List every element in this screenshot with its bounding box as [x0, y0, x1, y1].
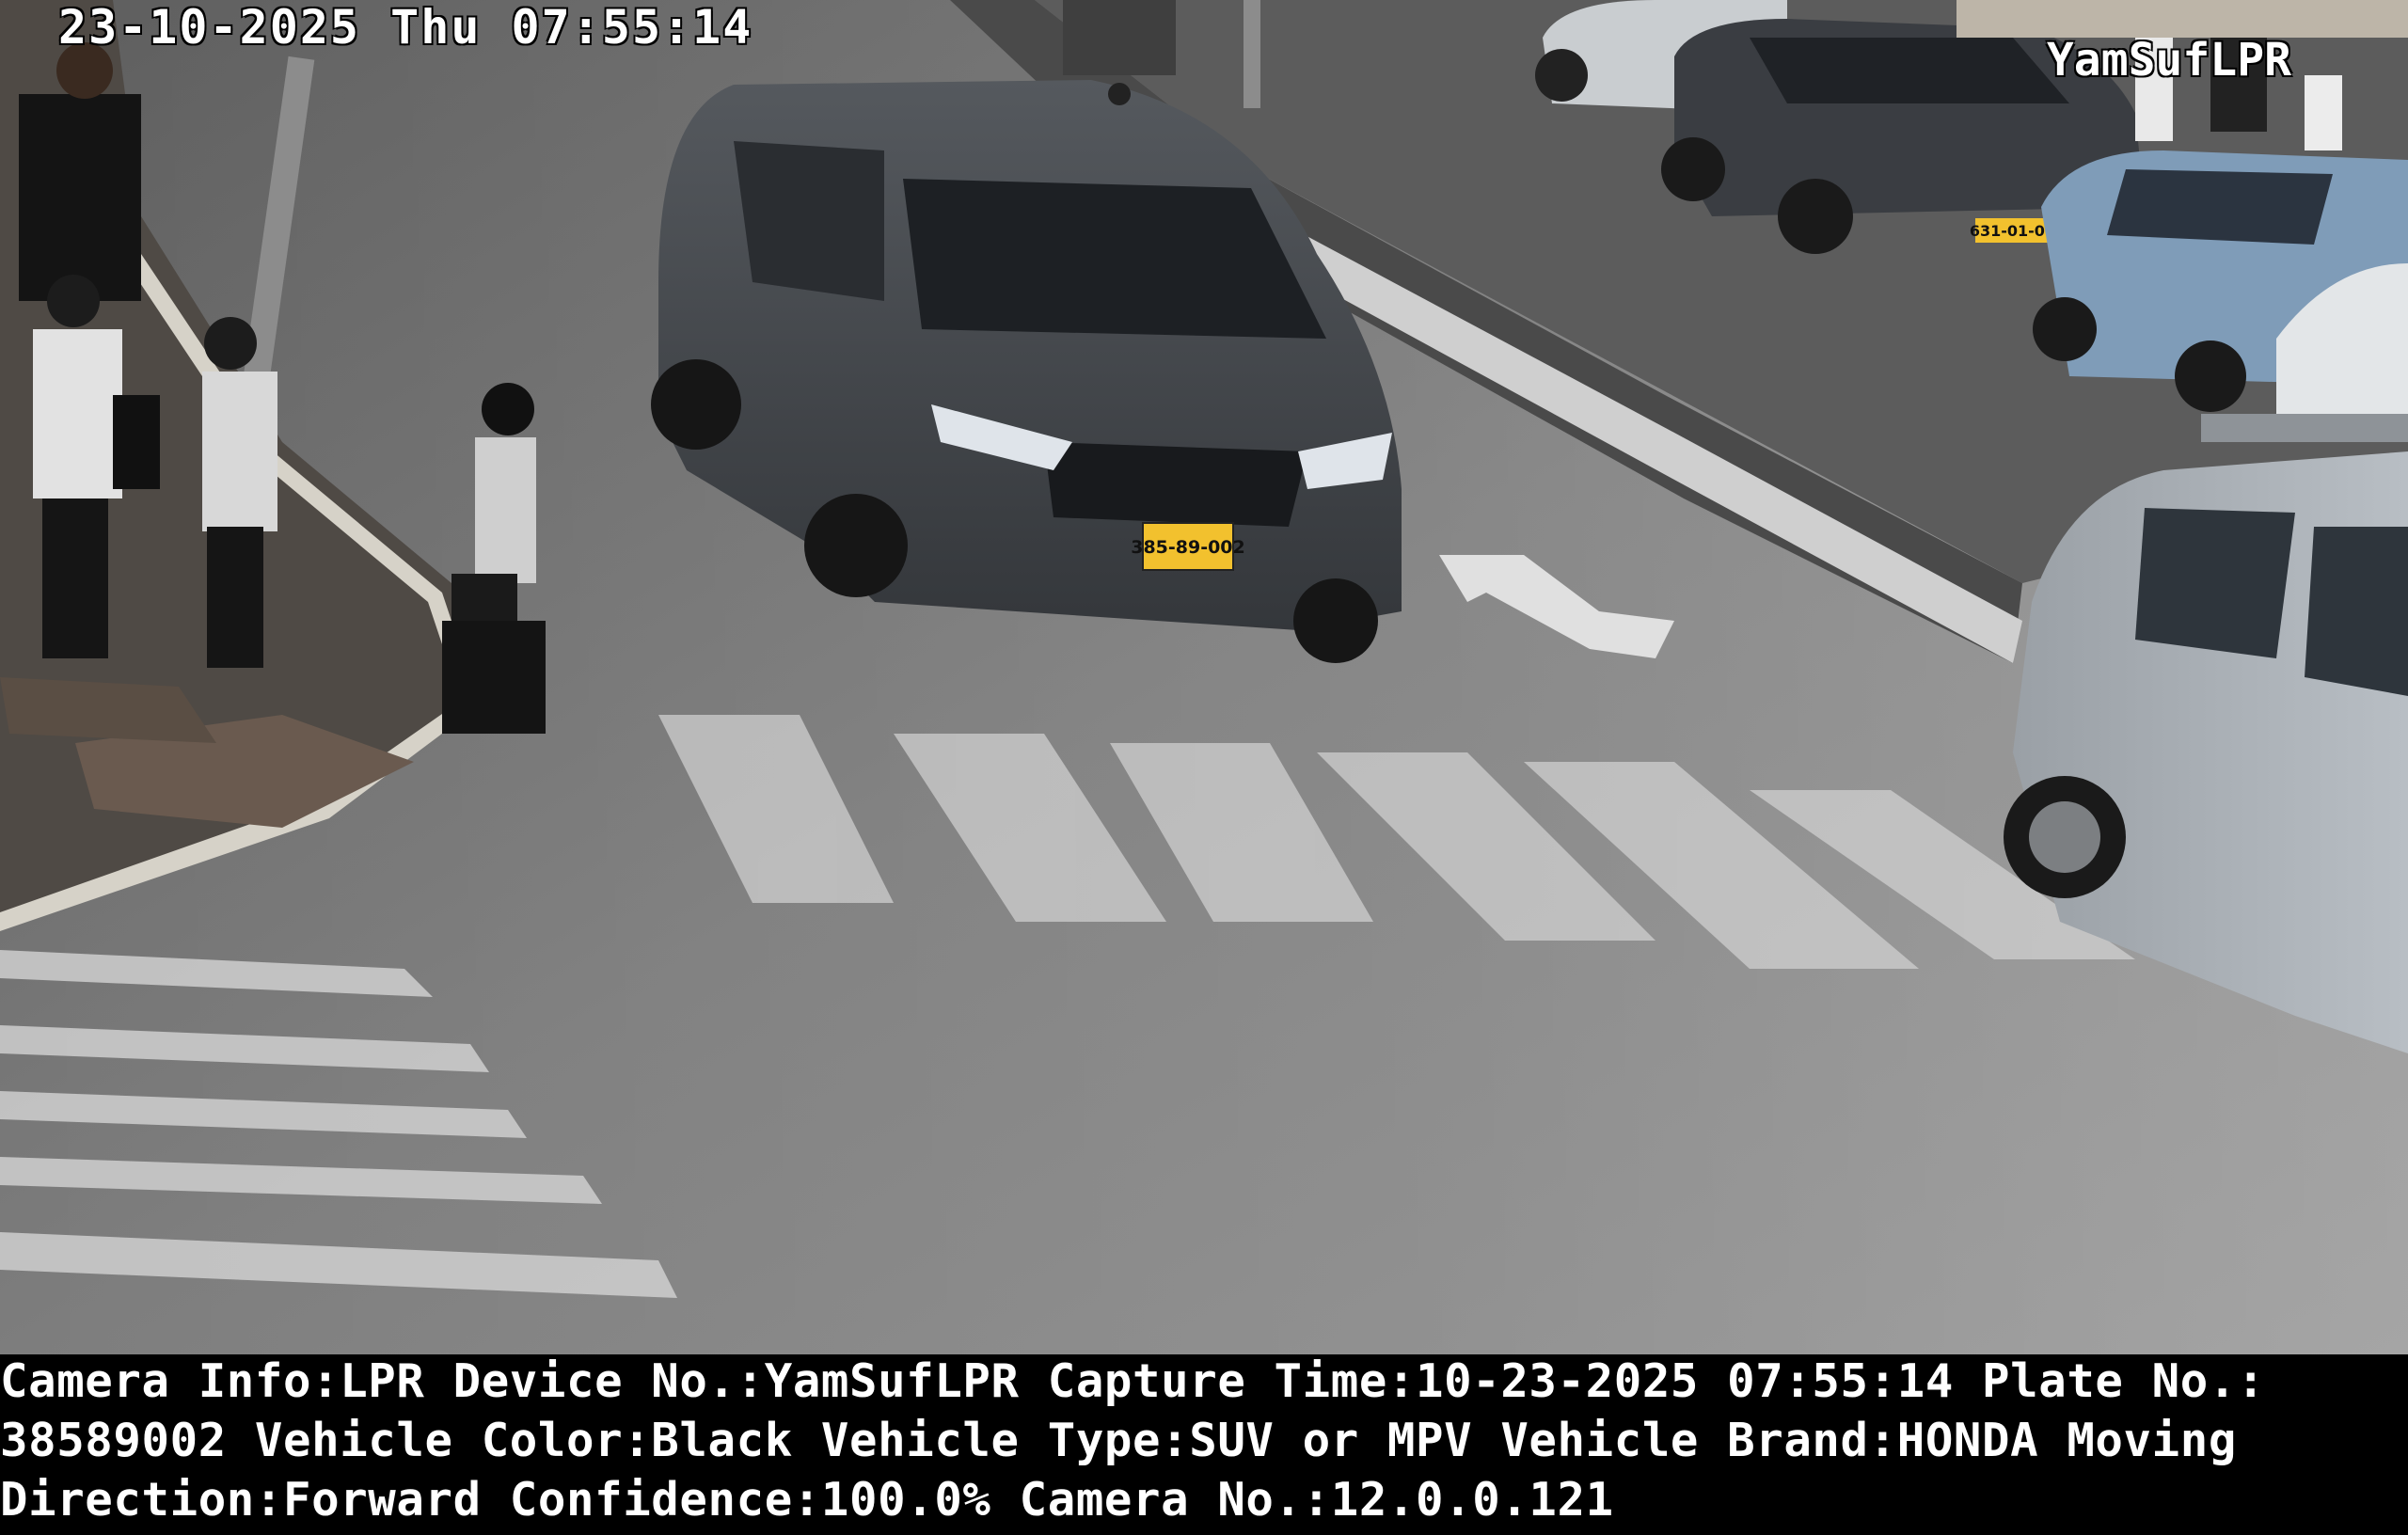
street-pole-center [1244, 0, 1260, 108]
van-side-windows [734, 141, 884, 301]
info-line-2: 38589002 Vehicle Color:Black Vehicle Typ… [0, 1414, 2237, 1467]
svg-text:385-89-002: 385-89-002 [1131, 537, 1245, 558]
street-scene-image: 631-01-002 385-89-002 [0, 0, 2408, 1354]
van-grille [1044, 442, 1307, 527]
camera-capture-frame: 631-01-002 385-89-002 23-10-2025 Thu 07:… [0, 0, 2408, 1535]
wall-right [1956, 0, 2408, 38]
osd-datetime: 23-10-2025 Thu 07:55:14 [58, 0, 753, 55]
info-line-1: Camera Info:LPR Device No.:YamSufLPR Cap… [0, 1354, 2266, 1408]
osd-device-name: YamSufLPR [2046, 34, 2291, 87]
capture-info-bar: Camera Info:LPR Device No.:YamSufLPR Cap… [0, 1354, 2408, 1535]
info-line-3: Direction:Forward Confidence:100.0% Came… [0, 1473, 1614, 1527]
